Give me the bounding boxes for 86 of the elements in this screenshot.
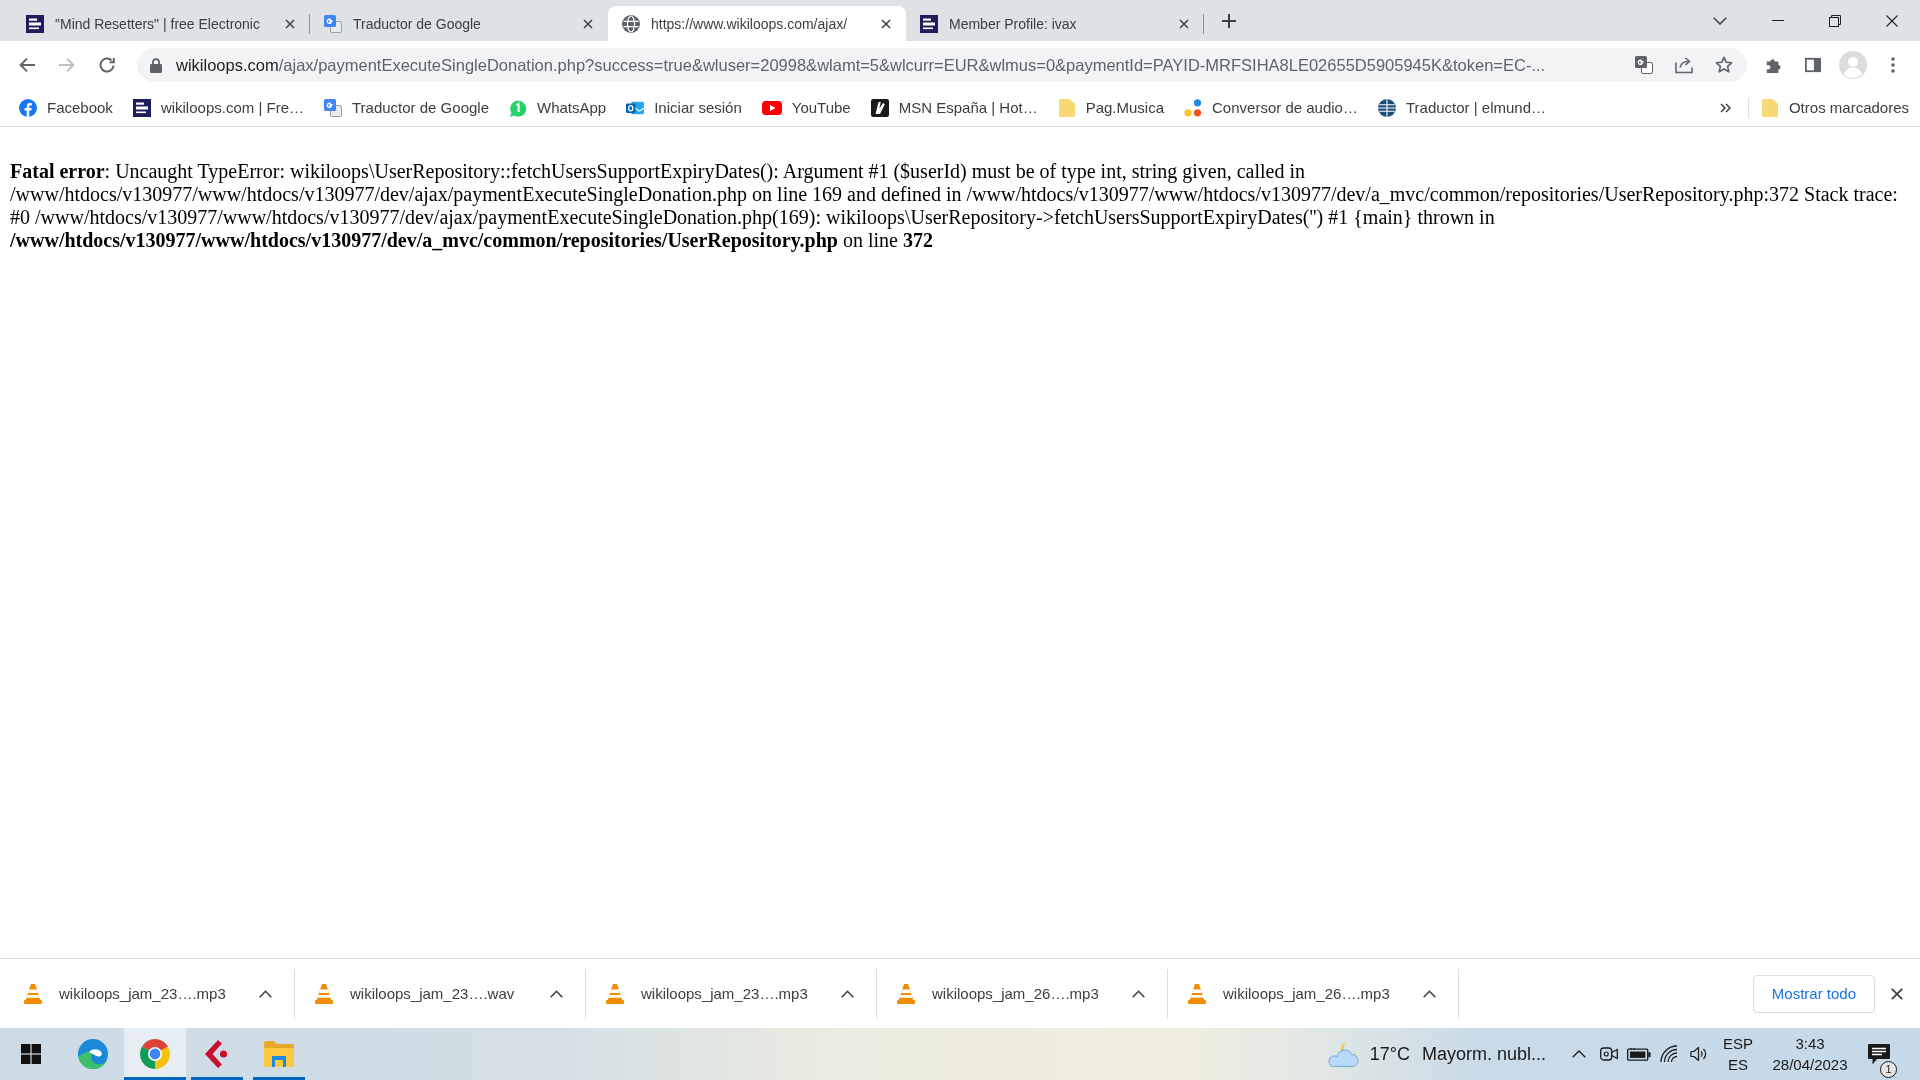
caret-up-icon [549,989,563,998]
weather-icon [1325,1041,1360,1067]
logo-icon [870,98,889,117]
logo-icon [920,14,938,33]
close-icon [1891,987,1903,1000]
bookmark-item[interactable]: MSN España | Hot… [862,93,1046,122]
bookmark-item[interactable]: Pag.Musica [1049,93,1173,122]
globe-icon [1377,98,1396,117]
traffic-cone-icon [1188,983,1206,1004]
avatar-icon [1839,51,1867,79]
error-message: Fatal error: Uncaught TypeError: wikiloops\UserRepository::fetchUsersSupportExpiryDates(): Argument #1 ($userId) must be of type int, string given, called in /www/htdocs/v130977/www/htdocs/v130977/dev/ajax/paymentExecuteSingleDonation.php on line 169 and defined in /www/htdocs/v130977/www/htdocs/v130977/dev/a_mvc/common/repositories/UserRepository.php:372 Stack trace: #0 /www/htdocs/v130977/www/htdocs/v130977/dev/ajax/paymentExecuteSingleDonation.php(169): wikiloops\UserRepository->fetchUsersSupportExpiryDates('') #1 {main} thrown in /www/htdocs/v130977/www/htdocs/v130977/dev/a_mvc/common/repositories/UserRepository.php on line 372 [10,160,1899,252]
wifi-icon [1660,1045,1678,1063]
download-item[interactable]: wikiloops_jam_23….wav [295,971,523,1016]
address-bar[interactable]: wikiloops.com/ajax/paymentExecuteSingleDonation.php?success=true&wluser=20998&wlamt=5&wlcurr=EUR&wlmus=0&paymentId=PAYID-MRFSIHA8LE02655D5905945K&token=EC-... [137,48,1747,82]
logo-icon [132,98,151,117]
clock-button[interactable]: 3:43 28/04/2023 [1764,1028,1856,1080]
caret-up-icon [1422,989,1436,998]
translate-icon [323,98,342,117]
bookmark-item[interactable]: Conversor de audio… [1176,93,1366,122]
puzzle-icon [1765,57,1781,73]
download-item[interactable]: wikiloops_jam_26….mp3 [877,971,1107,1016]
bookmark-item[interactable]: wikiloops.com | Fre… [124,93,312,122]
logo-icon [26,14,44,33]
chat-bubble-icon [509,98,527,117]
close-icon [583,18,593,29]
restore-icon [1828,14,1841,27]
browser-tab[interactable]: Traductor de Google [310,6,608,41]
side-panel-icon [1805,57,1821,73]
folder-icon [1057,98,1076,117]
browser-tab[interactable]: https://www.wikiloops.com/ajax/ [608,6,906,41]
translate-icon [1635,56,1653,74]
weather-widget[interactable]: 17°C Mayorm. nubl... [1317,1028,1554,1080]
bookmark-item[interactable]: Iniciar sesión [618,93,750,122]
close-icon [1179,18,1189,29]
share-icon [1675,56,1693,74]
traffic-cone-icon [315,983,333,1004]
forward-arrow-icon [59,57,75,73]
battery-icon [1627,1047,1651,1061]
chevron-down-icon [1713,16,1727,25]
browser-tab[interactable]: "Mind Resetters" | free Electronic [12,6,310,41]
download-item[interactable]: wikiloops_jam_23….mp3 [4,971,234,1016]
language-button[interactable]: ESP ES [1717,1028,1759,1080]
traffic-cone-icon [24,983,42,1004]
bookmark-folder[interactable]: Otros marcadores [1752,93,1917,122]
bookmark-item[interactable]: Facebook [11,93,121,122]
facebook-icon [19,98,37,117]
dots-icon [1184,98,1203,117]
chevron-up-icon [1572,1050,1586,1058]
browser-tab[interactable]: Member Profile: ivax [906,6,1204,41]
notifications-button[interactable]: 1 [1856,1028,1902,1080]
double-chevron-icon [1720,102,1732,113]
caret-up-icon [840,989,854,998]
close-icon [881,18,891,29]
bookmark-item[interactable]: WhatsApp [501,93,615,122]
globe-icon [622,14,640,33]
reload-icon [99,57,115,73]
back-arrow-icon [19,57,35,73]
traffic-cone-icon [897,983,915,1004]
star-icon [1715,56,1733,74]
download-item[interactable]: wikiloops_jam_23….mp3 [586,971,816,1016]
notification-badge: 1 [1880,1061,1897,1078]
close-icon [285,18,295,29]
edge-icon [78,1039,108,1069]
video-play-icon [761,100,782,115]
minimize-icon [1771,20,1784,21]
chrome-icon [140,1039,170,1069]
notification-icon [1868,1043,1890,1065]
volume-icon [1690,1045,1708,1063]
camera-icon [1600,1045,1618,1063]
lock-icon [150,57,162,73]
translate-icon [324,14,342,33]
taskbar-app[interactable] [124,1028,186,1080]
bookmark-item[interactable]: YouTube [753,93,859,122]
show-all-button[interactable]: Mostrar todo [1752,974,1875,1013]
folder-icon [264,1041,294,1067]
caret-up-icon [1131,989,1145,998]
bookmark-item[interactable]: Traductor | elmund… [1369,93,1554,122]
download-item[interactable]: wikiloops_jam_26….mp3 [1168,971,1398,1016]
plus-icon [1222,13,1236,28]
folder-icon [1760,98,1779,117]
bookmark-item[interactable]: Traductor de Google [315,93,497,122]
windows-logo-icon [21,1044,41,1064]
traffic-cone-icon [606,983,624,1004]
caret-up-icon [258,989,272,998]
close-icon [1885,14,1898,27]
menu-icon [1891,57,1895,73]
